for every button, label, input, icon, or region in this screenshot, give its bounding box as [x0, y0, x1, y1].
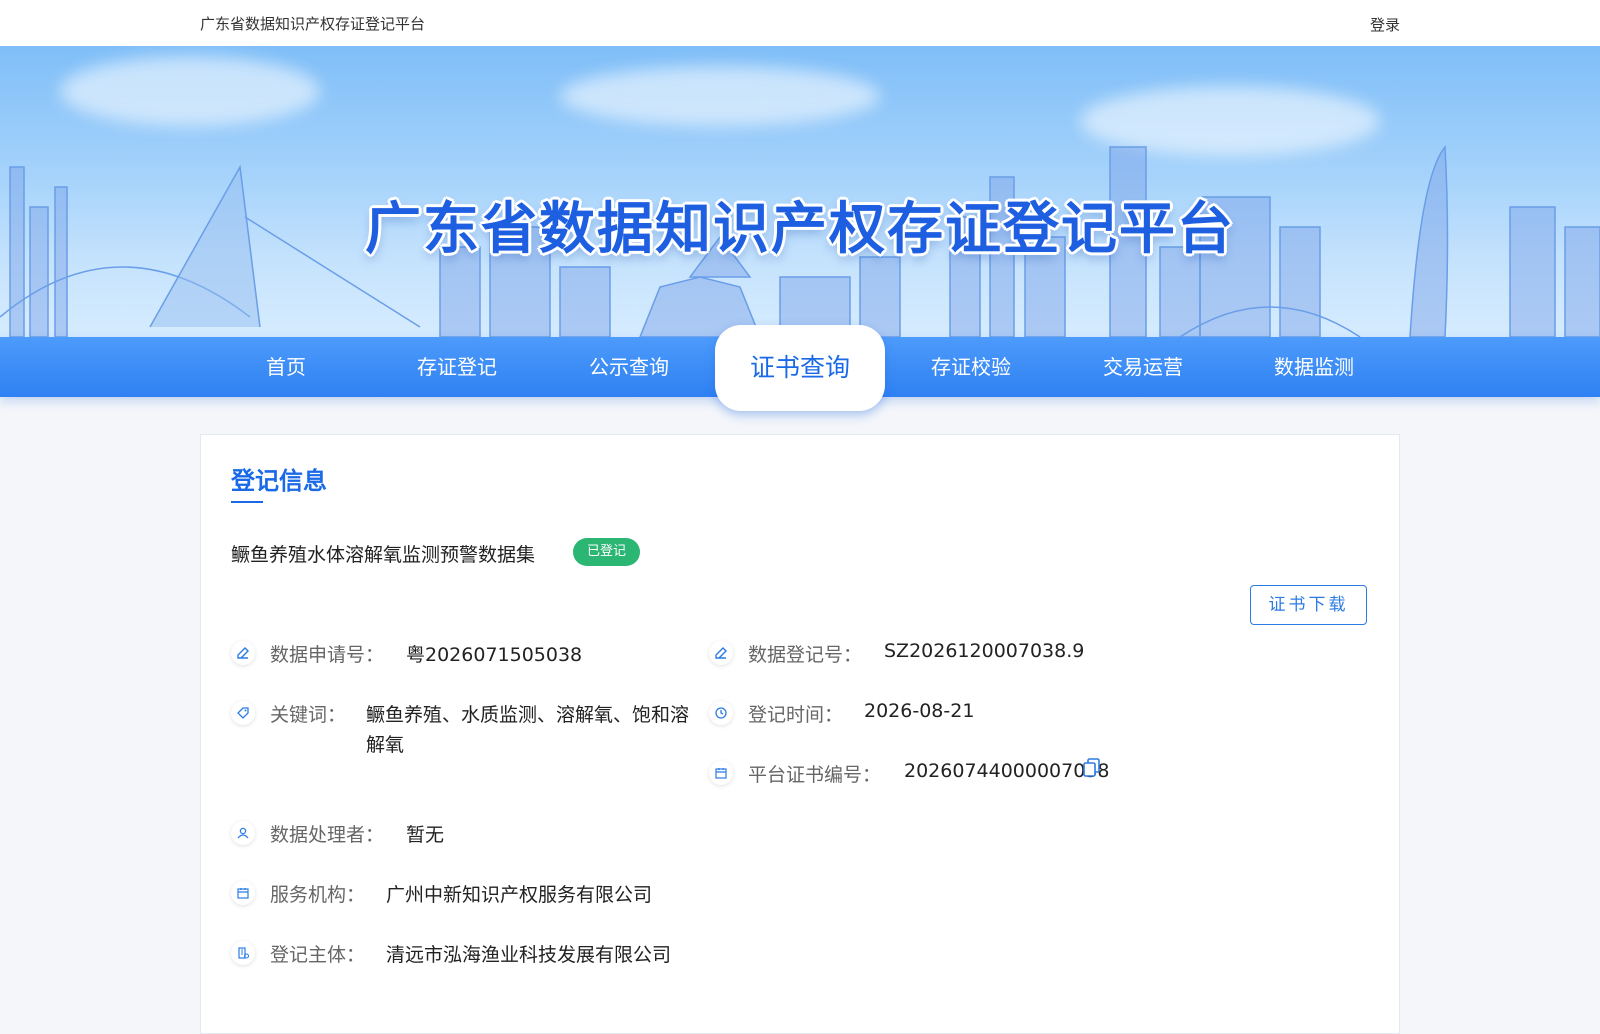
dataset-name: 鳜鱼养殖水体溶解氧监测预警数据集 — [231, 544, 536, 566]
cloud-decoration — [60, 56, 320, 126]
field-value: 2026-08-21 — [864, 700, 975, 722]
field-value-line2: 解氧 — [366, 734, 405, 756]
banner-title: 广东省数据知识产权存证登记平台 — [365, 197, 1235, 262]
field-label: 登记时间： — [748, 704, 844, 726]
field-label: 数据申请号： — [270, 644, 385, 666]
field-label: 数据处理者： — [270, 824, 385, 846]
field-label: 服务机构： — [270, 884, 366, 906]
user-icon — [231, 821, 255, 845]
field-label: 关键词： — [270, 704, 347, 726]
cloud-decoration — [560, 66, 880, 126]
edit-icon — [231, 641, 255, 665]
certificate-download-button[interactable]: 证书下载 — [1250, 585, 1367, 625]
field-label: 平台证书编号： — [748, 764, 882, 786]
building-icon — [231, 941, 255, 965]
copy-icon[interactable] — [1083, 758, 1101, 778]
edit-icon — [709, 641, 733, 665]
nav-item-certificate-query[interactable]: 证书查询 — [715, 325, 885, 411]
clock-icon — [709, 701, 733, 725]
section-title: 登记信息 — [231, 467, 327, 495]
nav-item-trading[interactable]: 交易运营 — [1058, 337, 1228, 397]
section-underline — [231, 501, 263, 503]
field-value-line1: 鳜鱼养殖、水质监测、溶解氧、饱和溶 — [366, 704, 690, 726]
login-link[interactable]: 登录 — [1370, 14, 1400, 35]
field-value: 粤2026071505038 — [406, 644, 583, 666]
field-value: 广州中新知识产权服务有限公司 — [386, 884, 653, 906]
field-value: 20260744000007038 — [904, 760, 1110, 782]
status-badge: 已登记 — [573, 538, 641, 566]
nav-item-monitoring[interactable]: 数据监测 — [1229, 337, 1399, 397]
nav-item-home[interactable]: 首页 — [201, 337, 371, 397]
calendar-icon — [709, 761, 733, 785]
nav-item-public-query[interactable]: 公示查询 — [544, 337, 714, 397]
field-value: SZ2026120007038.9 — [884, 640, 1085, 662]
field-label: 登记主体： — [270, 944, 366, 966]
field-value: 暂无 — [406, 824, 445, 846]
nav-item-verification[interactable]: 存证校验 — [886, 337, 1056, 397]
calendar-icon — [231, 881, 255, 905]
nav-item-registration[interactable]: 存证登记 — [372, 337, 542, 397]
field-value: 清远市泓海渔业科技发展有限公司 — [386, 944, 672, 966]
registration-info-card: 登记信息 鳜鱼养殖水体溶解氧监测预警数据集 已登记 证书下载 数据申请号： 粤2… — [200, 434, 1400, 1034]
site-title: 广东省数据知识产权存证登记平台 — [200, 15, 426, 33]
hero-banner: 广东省数据知识产权存证登记平台 — [0, 46, 1600, 337]
field-label: 数据登记号： — [748, 644, 863, 666]
top-bar: 广东省数据知识产权存证登记平台 登录 — [0, 0, 1600, 46]
tag-icon — [231, 701, 255, 725]
main-nav: 首页 存证登记 公示查询 证书查询 存证校验 交易运营 数据监测 — [0, 325, 1600, 411]
